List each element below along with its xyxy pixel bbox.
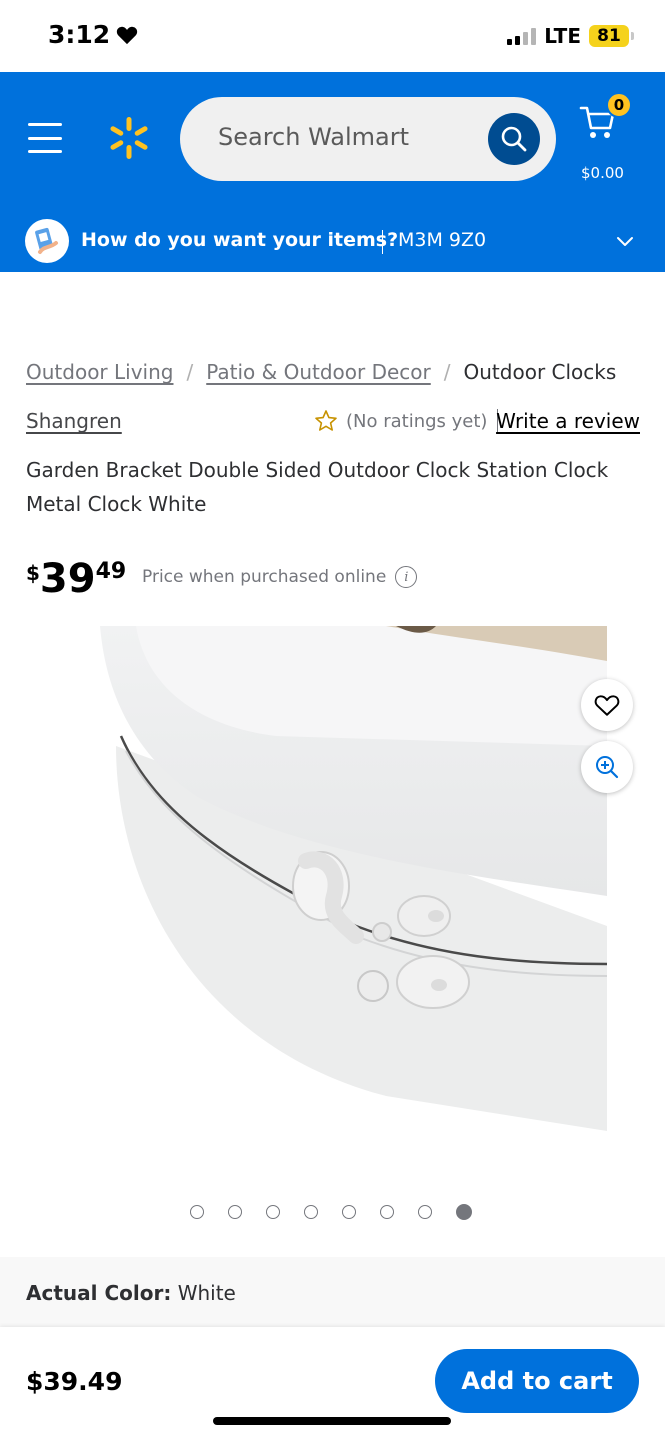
site-header: Search Walmart 0 $0.00 How do you want y… [0,72,665,272]
price-cents: 49 [95,559,127,584]
carousel-dot[interactable] [380,1205,394,1219]
zoom-in-icon [596,756,619,779]
price-currency: $ [26,561,40,585]
search-input[interactable]: Search Walmart [180,97,556,181]
cart-button[interactable]: 0 $0.00 [578,92,638,182]
carousel-dot[interactable] [342,1205,356,1219]
carousel-dot[interactable] [190,1205,204,1219]
cart-count-badge: 0 [606,92,632,118]
actual-color: Actual Color: White [26,1281,236,1305]
rating-text: (No ratings yet) [346,410,488,432]
status-bar: 3:12 LTE 81 [0,0,665,72]
carousel-dot[interactable] [228,1205,242,1219]
zoom-button[interactable] [581,741,633,793]
rating-summary: (No ratings yet) [314,409,499,433]
breadcrumb-separator: / [443,360,451,384]
product-image[interactable] [56,626,607,1174]
favorite-button[interactable] [581,679,633,731]
breadcrumb-separator: / [186,360,194,384]
sticky-price: $39.49 [26,1367,123,1396]
walmart-spark-logo[interactable] [108,117,150,159]
status-indicators: LTE 81 [507,24,634,48]
status-time: 3:12 [48,20,138,49]
delivery-question: How do you want your items? [81,229,399,251]
home-indicator[interactable] [213,1417,451,1425]
add-to-cart-button[interactable]: Add to cart [435,1349,639,1413]
search-button[interactable] [488,113,540,165]
breadcrumb-current: Outdoor Clocks [463,360,617,384]
image-carousel-dots [190,1204,472,1220]
carousel-dot[interactable] [266,1205,280,1219]
delivery-selector[interactable]: How do you want your items? M3M 9Z0 [0,212,665,272]
carousel-dot[interactable] [418,1205,432,1219]
breadcrumb: Outdoor Living / Patio & Outdoor Decor /… [26,360,616,384]
product-price: $ 39 49 [26,555,126,603]
delivery-divider [382,230,383,254]
product-title: Garden Bracket Double Sided Outdoor Cloc… [26,458,609,516]
heart-icon [117,26,138,44]
carousel-dot[interactable] [304,1205,318,1219]
price-note: Price when purchased online i [142,566,418,588]
breadcrumb-link-patio-decor[interactable]: Patio & Outdoor Decor [206,360,431,384]
brand-link[interactable]: Shangren [26,409,122,433]
battery-level: 81 [597,26,621,46]
star-icon [315,410,337,431]
price-whole: 39 [39,556,96,602]
brand-rating-row: Shangren (No ratings yet) Write a review [26,409,640,439]
breadcrumb-link-outdoor-living[interactable]: Outdoor Living [26,360,173,384]
search-icon [501,126,527,152]
heart-icon [594,695,620,716]
signal-icon [507,27,537,45]
search-placeholder: Search Walmart [218,123,410,151]
color-label: Actual Color: [26,1281,172,1305]
network-label: LTE [544,24,581,48]
menu-icon[interactable] [28,123,62,153]
battery-icon: 81 [589,25,634,47]
carousel-dot-active[interactable] [456,1204,472,1220]
color-value: White [177,1281,236,1305]
delivery-zip: M3M 9Z0 [398,229,487,251]
write-review-link[interactable]: Write a review [496,409,640,433]
price-note-text: Price when purchased online [142,567,387,587]
delivery-icon [25,219,69,263]
clock-time: 3:12 [48,20,111,49]
chevron-down-icon [617,237,633,246]
color-section: Actual Color: White [0,1257,665,1327]
product-photo [56,626,607,1174]
cart-total: $0.00 [581,164,624,182]
info-icon[interactable]: i [395,566,418,588]
